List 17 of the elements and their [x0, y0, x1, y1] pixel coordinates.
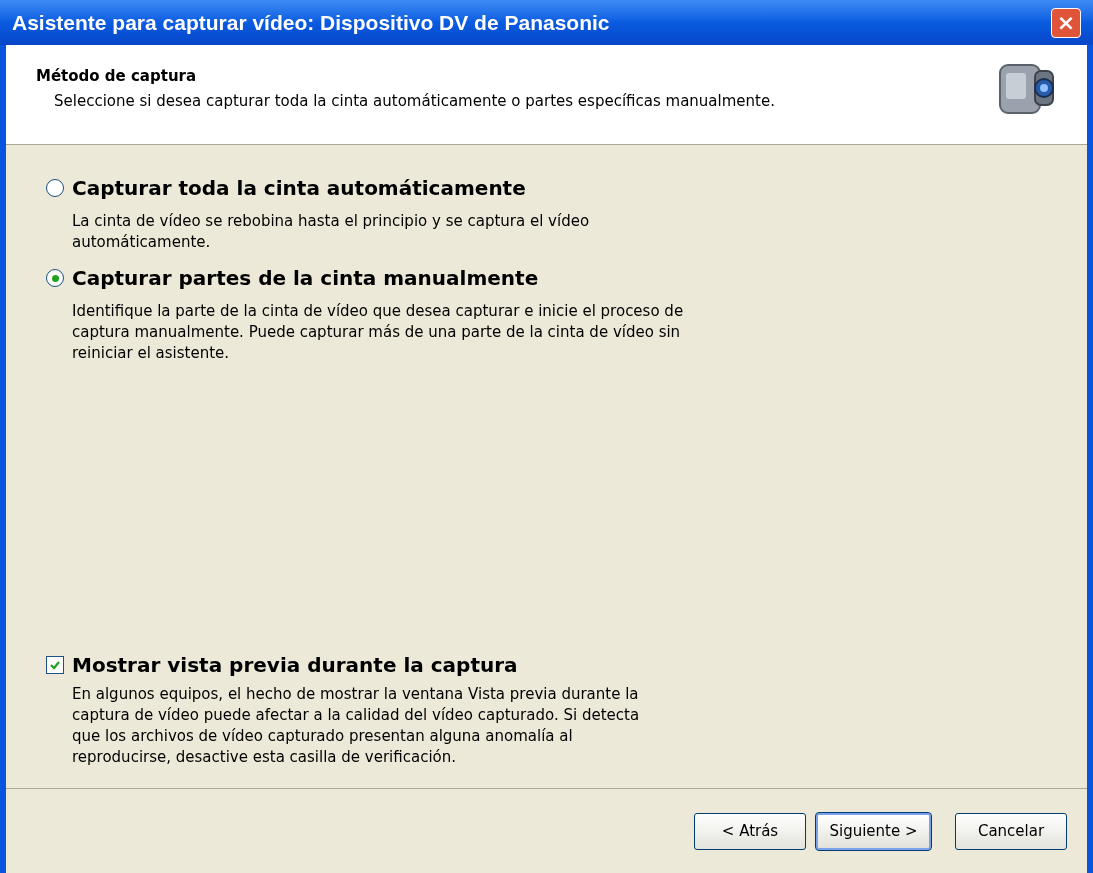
close-button[interactable]: ×	[1051, 7, 1081, 38]
radio-option[interactable]: Capturar partes de la cinta manualmente	[46, 263, 1047, 293]
option-description: Identifique la parte de la cinta de vídeo que desea capturar e inicie el proceso de captura manualmente. Puede capturar más de una parte de la cinta de vídeo sin reiniciar el asistente.	[71, 301, 685, 364]
window-title: Asistente para capturar vídeo: Dispositivo DV de Panasonic	[12, 9, 611, 36]
radio-button[interactable]	[46, 269, 64, 287]
header-subtitle: Seleccione si desea capturar toda la cinta automáticamente o partes específicas manualmente.	[53, 90, 776, 112]
wizard-button[interactable]: Cancelar	[955, 812, 1067, 850]
wizard-button[interactable]: Siguiente >	[816, 812, 931, 850]
header-title: Método de captura	[36, 66, 198, 87]
wizard-button[interactable]: < Atrás	[694, 812, 806, 850]
radio-option[interactable]: Capturar toda la cinta automáticamente	[46, 173, 1047, 203]
radio-button[interactable]	[46, 179, 64, 197]
checkbox[interactable]	[46, 656, 64, 674]
option-description: La cinta de vídeo se rebobina hasta el principio y se captura el vídeo automáticamente.	[71, 211, 591, 253]
preview-description: En algunos equipos, el hecho de mostrar la ventana Vista previa durante la captura de vídeo puede afectar a la calidad del vídeo capturado. Si detecta que los archivos de vídeo capturado presentan alguna anomalía al reproducirse, desactive esta casilla de verificación.	[71, 684, 641, 768]
preview-checkbox-option[interactable]: Mostrar vista previa durante la captura	[46, 650, 1047, 680]
checkmark-icon	[49, 659, 61, 671]
